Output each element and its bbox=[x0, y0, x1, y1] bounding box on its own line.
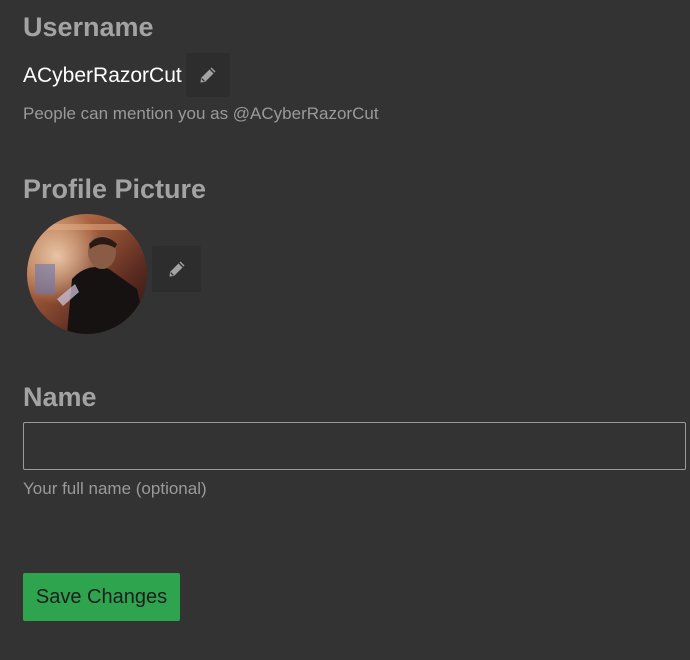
name-hint: Your full name (optional) bbox=[23, 479, 207, 498]
username-heading: Username bbox=[23, 12, 154, 42]
avatar bbox=[27, 214, 147, 334]
name-input[interactable] bbox=[23, 422, 686, 470]
pencil-icon bbox=[198, 65, 218, 85]
edit-username-button[interactable] bbox=[186, 53, 230, 97]
profile-settings-form: Username ACyberRazorCut People can menti… bbox=[0, 0, 690, 660]
edit-profile-picture-button[interactable] bbox=[152, 246, 201, 292]
pencil-icon bbox=[167, 259, 187, 279]
username-value: ACyberRazorCut bbox=[23, 64, 182, 87]
save-changes-button[interactable]: Save Changes bbox=[23, 573, 180, 621]
name-heading: Name bbox=[23, 382, 97, 412]
profile-picture-heading: Profile Picture bbox=[23, 174, 207, 204]
username-mention-hint: People can mention you as @ACyberRazorCu… bbox=[23, 104, 379, 123]
